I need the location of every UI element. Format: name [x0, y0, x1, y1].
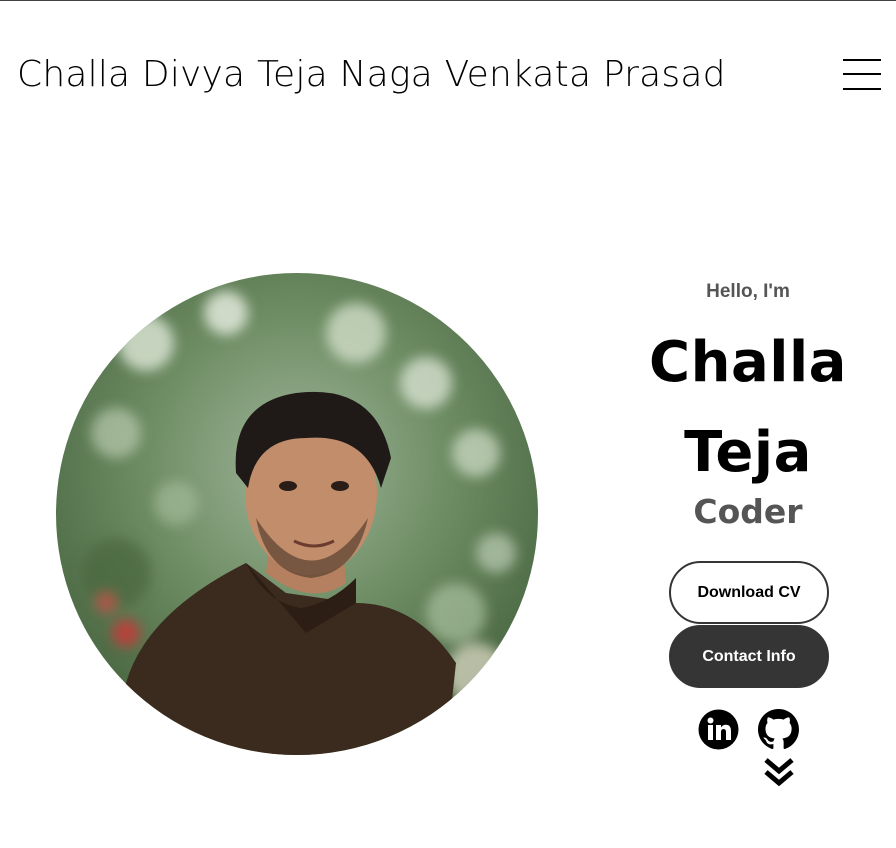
hamburger-line [843, 73, 881, 75]
name-line-1: Challa [649, 330, 847, 395]
greeting: Hello, I'm [706, 281, 790, 302]
name-line-2: Teja [684, 420, 812, 485]
site-title[interactable]: Challa Divya Teja Naga Venkata Prasad [17, 52, 726, 98]
contact-info-button[interactable]: Contact Info [669, 625, 829, 688]
top-border [0, 0, 896, 1]
linkedin-icon[interactable] [698, 709, 739, 750]
role-title: Coder [693, 492, 803, 531]
profile-picture [56, 273, 538, 755]
github-icon[interactable] [758, 709, 799, 750]
hamburger-menu-icon[interactable] [843, 59, 881, 91]
hero-name: Challa Teja [600, 318, 896, 498]
hamburger-line [843, 88, 881, 90]
hamburger-line [843, 59, 881, 61]
double-chevron-down-icon[interactable] [763, 758, 795, 788]
download-cv-button[interactable]: Download CV [669, 561, 829, 624]
